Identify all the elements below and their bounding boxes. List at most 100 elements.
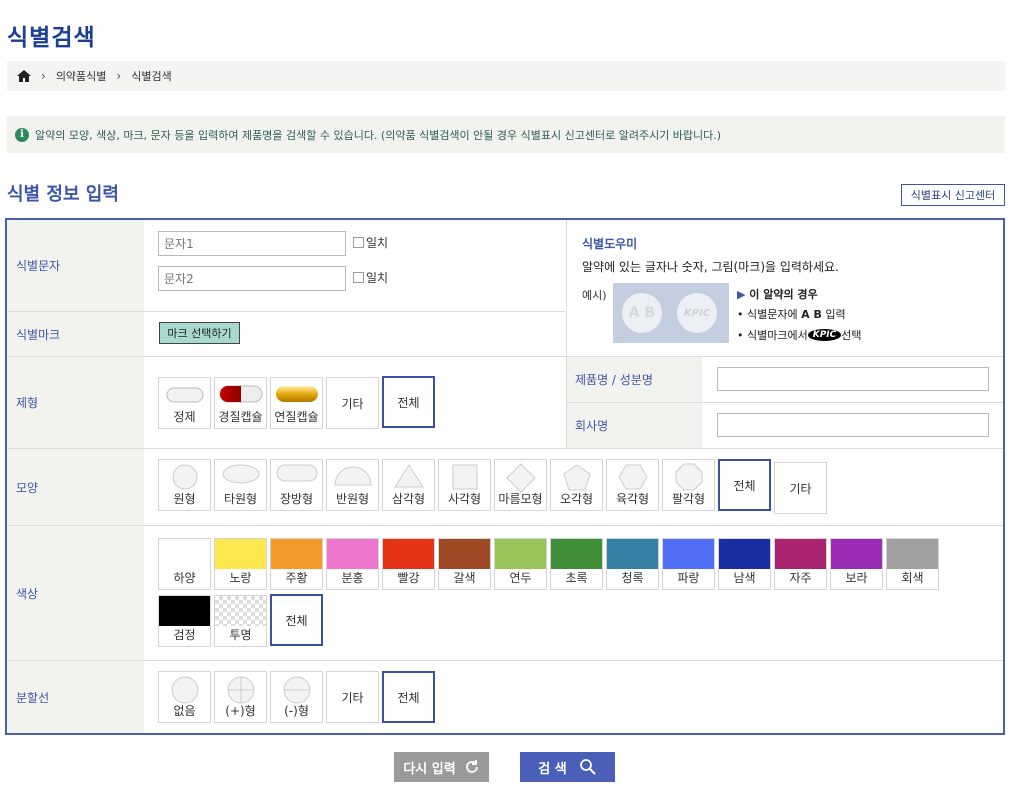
option-label: 기타 [341, 396, 364, 411]
option-label: 연두 [509, 571, 532, 585]
product-input[interactable] [717, 367, 989, 391]
option-label: 남색 [733, 571, 756, 585]
shape-option[interactable]: 타원형 [214, 459, 267, 511]
option-label: 장방형 [279, 492, 314, 506]
form-hard-capsule-option[interactable]: 경질캡슐 [214, 377, 267, 429]
shape-option[interactable]: 반원형 [326, 459, 379, 511]
color-option[interactable]: 초록 [550, 538, 603, 590]
divider [7, 356, 1003, 357]
search-form: 식별문자 식별마크 제형 모양 색상 분할선 일치 일치 마크 선택하기 식별도… [5, 218, 1005, 735]
shape-option[interactable]: 마름모형 [494, 459, 547, 511]
option-label: 노랑 [229, 571, 252, 585]
shape-option[interactable]: 삼각형 [382, 459, 435, 511]
split-line-option[interactable]: (+)형 [214, 671, 267, 723]
char2-input[interactable] [158, 266, 346, 291]
form-soft-capsule-option[interactable]: 연질캡슐 [270, 377, 323, 429]
color-option[interactable]: 노랑 [214, 538, 267, 590]
option-label: 경질캡슐 [218, 410, 263, 424]
option-label: 삼각형 [391, 492, 426, 506]
color-option[interactable]: 연두 [494, 538, 547, 590]
search-button[interactable]: 검 색 [520, 752, 615, 782]
pill-icon [275, 385, 319, 406]
char2-exact-checkbox[interactable]: 일치 [353, 269, 388, 286]
color-swatch [551, 539, 602, 569]
option-label: 하양 [173, 571, 196, 585]
form-all-option[interactable]: 전체 [382, 376, 435, 428]
color-option[interactable]: 보라 [830, 538, 883, 590]
option-label: 검정 [173, 628, 196, 642]
split-line-option[interactable]: 없음 [158, 671, 211, 723]
shape-option[interactable]: 기타 [774, 462, 827, 514]
color-option[interactable]: 갈색 [438, 538, 491, 590]
split-line-option[interactable]: 기타 [326, 671, 379, 723]
info-icon: i [15, 127, 29, 142]
pill-ab: A B [622, 293, 662, 333]
option-label: 투명 [229, 628, 252, 642]
color-option[interactable]: 하양 [158, 538, 211, 590]
shape-option[interactable]: 전체 [718, 459, 771, 511]
color-all-option[interactable]: 전체 [270, 594, 323, 646]
shape-option[interactable]: 팔각형 [662, 459, 715, 511]
color-option[interactable]: 주황 [270, 538, 323, 590]
color-swatch [831, 539, 882, 569]
shape-option[interactable]: 오각형 [550, 459, 603, 511]
label-char: 식별문자 [7, 220, 144, 311]
shape-option[interactable]: 사각형 [438, 459, 491, 511]
help-panel: 식별도우미 알약에 있는 글자나 숫자, 그림(마크)을 입력하세요. 예시) … [567, 220, 1003, 355]
shape-option[interactable]: 원형 [158, 459, 211, 511]
shape-option[interactable]: 육각형 [606, 459, 659, 511]
home-icon[interactable] [17, 70, 31, 82]
label-company: 회사명 [567, 403, 702, 448]
color-option[interactable]: 투명 [214, 595, 267, 647]
label-form: 제형 [7, 357, 144, 448]
color-option[interactable]: 회색 [886, 538, 939, 590]
company-input[interactable] [717, 413, 989, 437]
color-swatch [215, 539, 266, 569]
color-option[interactable]: 검정 [158, 595, 211, 647]
color-option[interactable]: 남색 [718, 538, 771, 590]
color-swatch [271, 539, 322, 569]
tip1-a: 식별문자에 [747, 308, 802, 321]
color-option[interactable]: 파랑 [662, 538, 715, 590]
breadcrumb-level2[interactable]: 식별검색 [131, 68, 171, 84]
color-option[interactable]: 빨강 [382, 538, 435, 590]
report-center-button[interactable]: 식별표시 신고센터 [901, 184, 1005, 206]
line-icon [226, 675, 256, 708]
color-option[interactable]: 자주 [774, 538, 827, 590]
help-case: ▶ 이 알약의 경우 [737, 286, 818, 302]
breadcrumb-level1[interactable]: 의약품식별 [56, 68, 107, 84]
pill-icon [219, 385, 263, 406]
form-other-option[interactable]: 기타 [326, 377, 379, 429]
help-tip2: • 식별마크에서 KPIC 선택 [737, 328, 862, 343]
option-label: 전체 [285, 613, 308, 628]
option-label: 보라 [845, 571, 868, 585]
split-line-option[interactable]: 전체 [382, 671, 435, 723]
color-option[interactable]: 청록 [606, 538, 659, 590]
breadcrumb: › 의약품식별 › 식별검색 [7, 61, 1005, 91]
split-line-option[interactable]: (-)형 [270, 671, 323, 723]
color-swatch [607, 539, 658, 569]
shape-icon [675, 463, 703, 494]
mark-select-button[interactable]: 마크 선택하기 [159, 322, 240, 344]
reset-button[interactable]: 다시 입력 [394, 752, 489, 782]
shape-icon [393, 463, 425, 492]
shape-option[interactable]: 장방형 [270, 459, 323, 511]
help-example-label: 예시) [582, 289, 607, 302]
form-tablet-option[interactable]: 정제 [158, 377, 211, 429]
label-line: 분할선 [7, 661, 144, 733]
shape-icon [221, 463, 261, 488]
help-title: 식별도우미 [582, 237, 638, 251]
exact-label: 일치 [366, 271, 389, 285]
divider [7, 311, 565, 312]
color-option[interactable]: 분홍 [326, 538, 379, 590]
label-product: 제품명 / 성분명 [567, 357, 702, 402]
char1-exact-checkbox[interactable]: 일치 [353, 234, 388, 251]
char1-input[interactable] [158, 231, 346, 256]
checkbox-box[interactable] [353, 237, 364, 248]
refresh-icon [465, 760, 478, 773]
color-swatch [327, 539, 378, 569]
option-label: 연질캡슐 [274, 410, 319, 424]
option-label: 타원형 [223, 492, 258, 506]
color-swatch [663, 539, 714, 569]
checkbox-box[interactable] [353, 272, 364, 283]
